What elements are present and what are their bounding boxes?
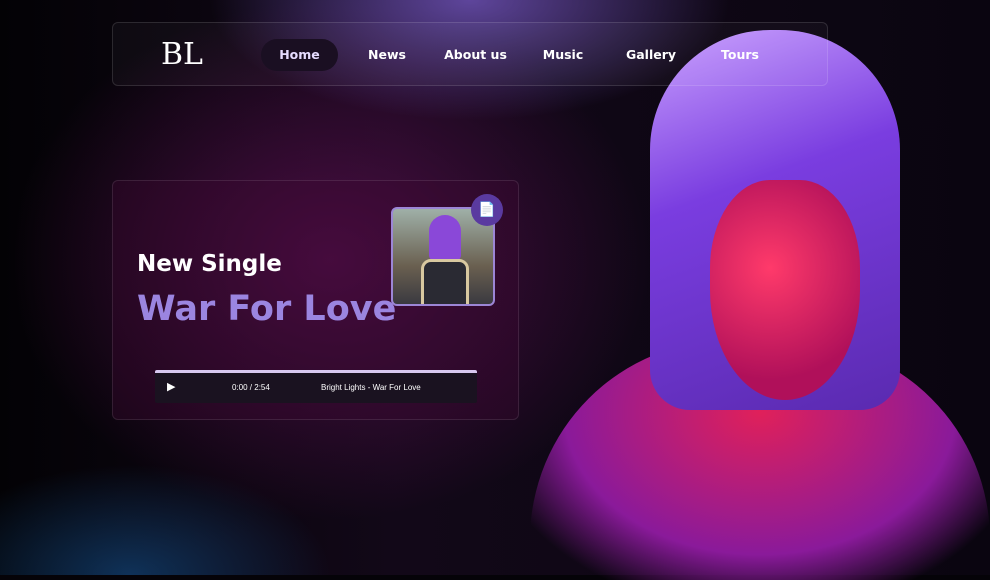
time-display: 0:00 / 2:54 — [232, 383, 270, 392]
single-title: War For Love — [137, 289, 397, 329]
nav-music[interactable]: Music — [538, 39, 588, 71]
document-icon[interactable]: 📄 — [471, 194, 503, 226]
hero-photo — [530, 20, 990, 580]
nav-news[interactable]: News — [361, 39, 413, 71]
play-icon[interactable]: ▶ — [167, 380, 175, 393]
track-title: Bright Lights - War For Love — [321, 383, 421, 392]
nav-tours[interactable]: Tours — [713, 39, 767, 71]
subtitle: New Single — [137, 251, 282, 277]
nav-home[interactable]: Home — [261, 39, 338, 71]
navbar: BL Home News About us Music Gallery Tour… — [112, 22, 828, 86]
nav-gallery[interactable]: Gallery — [621, 39, 681, 71]
nav-about-us[interactable]: About us — [443, 39, 508, 71]
audio-player: ▶ 0:00 / 2:54 Bright Lights - War For Lo… — [155, 370, 477, 403]
new-single-card: New Single War For Love 📄 ▶ 0:00 / 2:54 … — [112, 180, 519, 420]
logo[interactable]: BL — [161, 35, 203, 75]
